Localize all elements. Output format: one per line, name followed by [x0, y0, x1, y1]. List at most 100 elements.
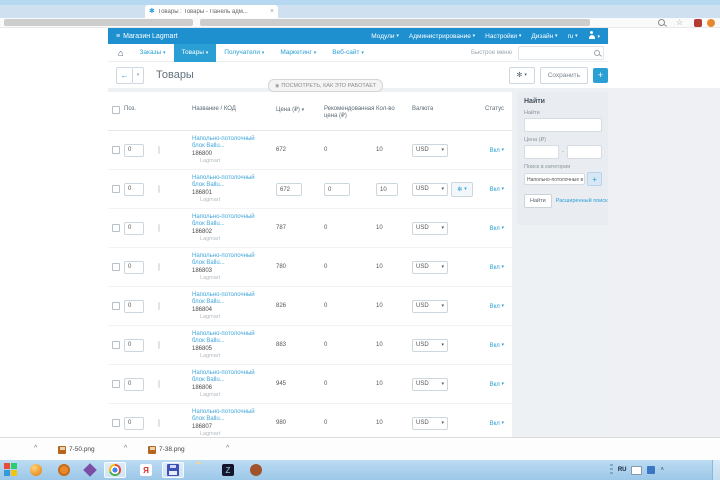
add-category-button[interactable]: +	[587, 172, 602, 186]
product-link[interactable]: блок Ballu...	[192, 221, 276, 228]
status-toggle[interactable]: Вкл ▾	[490, 381, 504, 388]
position-input[interactable]: 0	[124, 182, 144, 196]
product-thumbnail[interactable]	[158, 380, 160, 388]
find-button[interactable]: Найти	[524, 194, 552, 208]
position-input[interactable]: 0	[124, 221, 144, 235]
quantity-value[interactable]: 10	[376, 225, 383, 231]
tray-shield-icon[interactable]	[647, 466, 656, 474]
product-link[interactable]: Напольно-потолочный	[192, 253, 276, 260]
nav-orders[interactable]: Заказы ▾	[131, 44, 173, 62]
advanced-search-link[interactable]: Расширенный поиск	[556, 198, 608, 204]
chevron-up-icon[interactable]: ^	[124, 445, 127, 453]
row-checkbox[interactable]	[112, 185, 120, 193]
product-link[interactable]: Напольно-потолочный	[192, 409, 276, 416]
taskbar-yandex-icon[interactable]: Я	[140, 464, 152, 476]
recommended-price-value[interactable]: 0	[324, 182, 350, 196]
row-checkbox[interactable]	[112, 263, 120, 271]
menu-administration[interactable]: Администрирование ▾	[409, 33, 475, 40]
col-position[interactable]: Поз.	[124, 106, 158, 112]
currency-select[interactable]: USD ▾	[412, 416, 448, 430]
product-link[interactable]: блок Ballu...	[192, 143, 276, 150]
tab-close-icon[interactable]: ×	[270, 8, 274, 15]
price-value[interactable]: 980	[276, 420, 286, 426]
product-link[interactable]: Напольно-потолочный	[192, 292, 276, 299]
recommended-price-value[interactable]: 0	[324, 381, 327, 387]
row-checkbox[interactable]	[112, 380, 120, 388]
select-all-checkbox[interactable]	[112, 106, 120, 114]
taskbar-chrome-button[interactable]	[104, 462, 126, 478]
status-toggle[interactable]: Вкл ▾	[490, 186, 504, 193]
taskbar-photoshop-icon[interactable]: Z	[222, 464, 234, 476]
product-link[interactable]: блок Ballu...	[192, 260, 276, 267]
col-name-code[interactable]: Название / КОД	[192, 106, 276, 112]
status-toggle[interactable]: Вкл ▾	[490, 342, 504, 349]
row-checkbox[interactable]	[112, 146, 120, 154]
download-item[interactable]: 7-50.png	[58, 443, 95, 456]
col-currency[interactable]: Валюта	[412, 106, 478, 112]
quantity-value[interactable]: 10	[376, 147, 383, 153]
menu-modules[interactable]: Модули ▾	[371, 33, 399, 40]
col-price[interactable]: Цена (₽) ▾	[276, 106, 324, 113]
product-link[interactable]: Напольно-потолочный	[192, 175, 276, 182]
product-link[interactable]: блок Ballu...	[192, 338, 276, 345]
user-menu[interactable]: ▾	[588, 31, 600, 41]
show-desktop-button[interactable]	[712, 460, 720, 480]
settings-gear-button[interactable]: ✻ ▾	[508, 66, 535, 84]
currency-select[interactable]: USD ▾	[412, 299, 448, 313]
currency-select[interactable]: USD ▾	[412, 377, 448, 391]
address-field[interactable]	[4, 19, 193, 26]
taskbar-brown-app-icon[interactable]	[250, 464, 262, 476]
price-min-input[interactable]	[524, 145, 559, 159]
currency-select[interactable]: USD ▾	[412, 338, 448, 352]
home-icon[interactable]: ⌂	[118, 48, 123, 58]
quantity-value[interactable]: 10	[376, 381, 383, 387]
back-button[interactable]: ←	[116, 66, 133, 84]
product-link[interactable]: Напольно-потолочный	[192, 136, 276, 143]
chevron-up-icon[interactable]: ^	[34, 445, 37, 453]
quantity-value[interactable]: 10	[376, 303, 383, 309]
currency-select[interactable]: USD ▾	[412, 143, 448, 157]
recommended-price-value[interactable]: 0	[324, 342, 327, 348]
quick-menu-label[interactable]: Быстрое меню	[471, 50, 512, 56]
address-field-secondary[interactable]	[200, 19, 590, 26]
search-icon[interactable]	[658, 19, 665, 26]
find-input[interactable]	[524, 118, 602, 132]
quantity-value[interactable]: 10	[376, 342, 383, 348]
price-value[interactable]: 883	[276, 342, 286, 348]
nav-website[interactable]: Веб-сайт ▾	[324, 44, 372, 62]
col-status[interactable]: Статус	[478, 106, 512, 112]
product-thumbnail[interactable]	[158, 224, 160, 232]
row-checkbox[interactable]	[112, 419, 120, 427]
extension-orange-icon[interactable]	[707, 19, 715, 27]
nav-marketing[interactable]: Маркетинг ▾	[272, 44, 324, 62]
row-checkbox[interactable]	[112, 341, 120, 349]
position-input[interactable]: 0	[124, 338, 144, 352]
taskbar-media-icon[interactable]	[58, 464, 70, 476]
language-indicator[interactable]: RU	[618, 467, 627, 473]
start-button[interactable]	[4, 463, 17, 476]
price-value[interactable]: 780	[276, 264, 286, 270]
product-thumbnail[interactable]	[158, 185, 160, 193]
product-thumbnail[interactable]	[158, 263, 160, 271]
status-toggle[interactable]: Вкл ▾	[490, 147, 504, 154]
product-link[interactable]: Напольно-потолочный	[192, 214, 276, 221]
download-item[interactable]: 7-38.png	[148, 443, 185, 456]
product-link[interactable]: блок Ballu...	[192, 299, 276, 306]
price-value[interactable]: 787	[276, 225, 286, 231]
nav-customers[interactable]: Получатели ▾	[216, 44, 272, 62]
save-button[interactable]: Сохранить	[539, 66, 588, 84]
col-quantity[interactable]: Кол-во	[376, 106, 412, 112]
status-toggle[interactable]: Вкл ▾	[490, 225, 504, 232]
recommended-price-value[interactable]: 0	[324, 225, 327, 231]
nav-products[interactable]: Товары ▾	[173, 43, 217, 62]
product-thumbnail[interactable]	[158, 341, 160, 349]
taskbar-app-orange-icon[interactable]	[30, 464, 42, 476]
how-it-works-tooltip[interactable]: ◉ ПОСМОТРЕТЬ, КАК ЭТО РАБОТАЕТ	[268, 79, 384, 92]
taskbar-purple-app-icon[interactable]	[83, 463, 97, 477]
store-brand[interactable]: ≡ Магазин Lagmart	[116, 33, 178, 40]
position-input[interactable]: 0	[124, 299, 144, 313]
back-dropdown-button[interactable]: ▾	[133, 66, 144, 84]
col-recommended-price[interactable]: Рекомендованная цена (₽)	[324, 106, 376, 119]
bookmark-star-icon[interactable]: ☆	[676, 18, 683, 27]
admin-search-input[interactable]	[518, 45, 604, 60]
